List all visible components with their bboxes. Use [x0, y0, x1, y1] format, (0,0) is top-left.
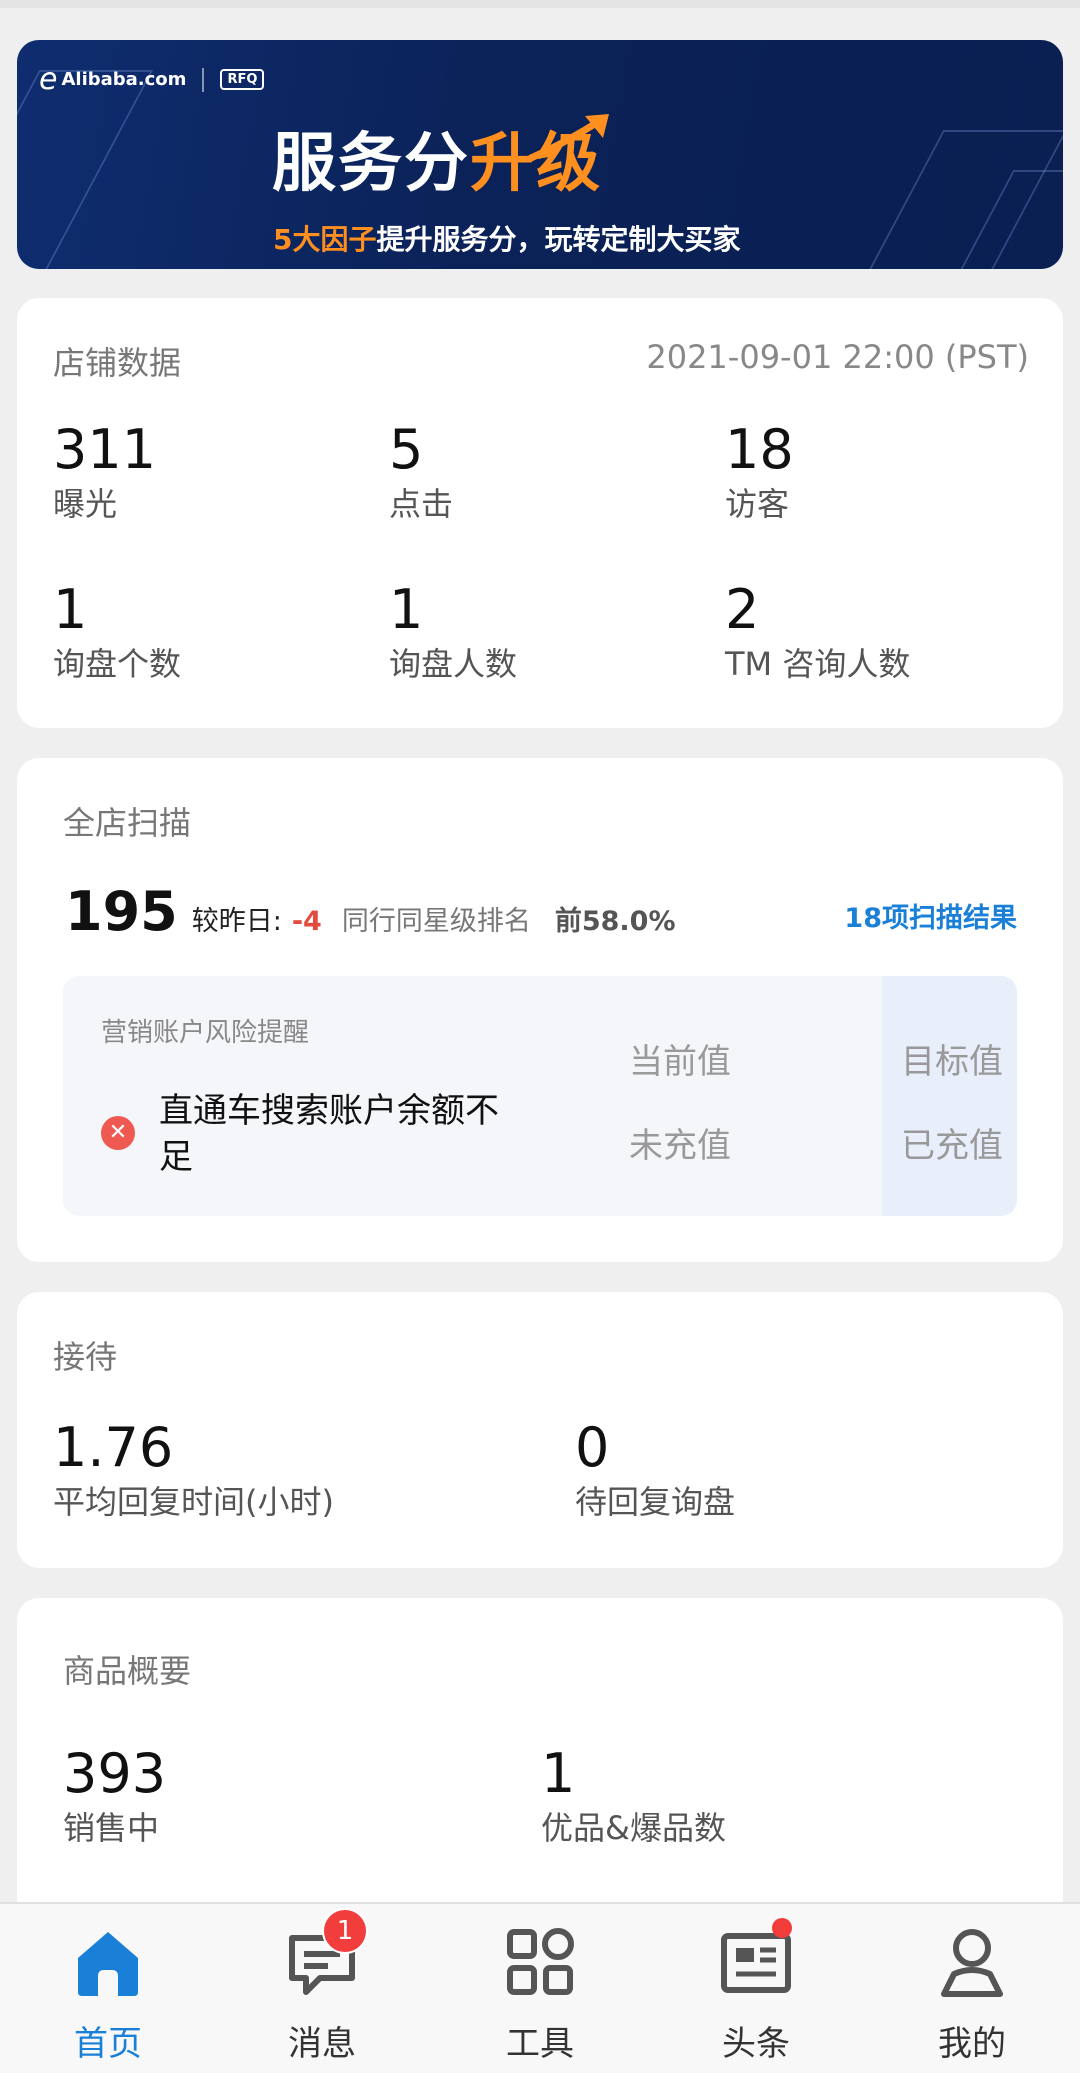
nav-label: 消息: [288, 2024, 356, 2064]
stat-value: 0: [575, 1416, 610, 1479]
stat-pending-inquiries[interactable]: 0 待回复询盘: [575, 1418, 735, 1522]
stat-value: 1.76: [53, 1416, 174, 1479]
stat-value: 1: [389, 578, 424, 641]
risk-title: 营销账户风险提醒: [101, 1018, 310, 1048]
stat-on-sale[interactable]: 393 销售中: [63, 1744, 166, 1848]
banner-subtitle-rest: 提升服务分，玩转定制大买家: [376, 223, 741, 256]
stat-label: 优品&爆品数: [541, 1809, 726, 1847]
stat-label: 待回复询盘: [575, 1483, 736, 1521]
stat-value: 5: [389, 418, 424, 481]
nav-profile[interactable]: 我的: [892, 1922, 1052, 2065]
store-data-title: 店铺数据: [53, 344, 182, 382]
stat-label: TM 咨询人数: [725, 645, 911, 683]
error-icon: ✕: [101, 1116, 135, 1150]
reception-card: 接待 1.76 平均回复时间(小时) 0 待回复询盘: [17, 1292, 1063, 1568]
scan-score: 195: [65, 880, 178, 943]
nav-label: 工具: [506, 2024, 574, 2064]
stat-clicks[interactable]: 5 点击: [389, 420, 453, 524]
alibaba-logo: e Alibaba.com RFQ: [39, 62, 265, 97]
message-badge: 1: [322, 1908, 368, 1954]
banner-decoration: [17, 70, 154, 269]
news-unread-dot: [772, 1918, 792, 1938]
stat-value: 393: [63, 1742, 167, 1805]
nav-label: 头条: [722, 2024, 790, 2064]
stat-label: 曝光: [53, 485, 118, 523]
compare-label: 较昨日:: [191, 906, 282, 937]
logo-separator: [202, 67, 205, 92]
risk-alert-panel[interactable]: 营销账户风险提醒 当前值 目标值 ✕ 直通车搜索账户余额不足 未充值 已充值: [63, 976, 1017, 1216]
store-data-card: 店铺数据 2021-09-01 22:00 (PST) 311 曝光 5 点击 …: [17, 298, 1063, 728]
profile-icon: [932, 1922, 1012, 2002]
nav-home[interactable]: 首页: [28, 1922, 188, 2065]
compare-value: -4: [291, 906, 322, 937]
banner-subtitle: 5大因子提升服务分，玩转定制大买家: [273, 218, 741, 258]
message-icon: 1: [282, 1908, 368, 2002]
nav-tools[interactable]: 工具: [460, 1922, 620, 2065]
stat-value: 311: [53, 418, 157, 481]
alibaba-logo-icon: e: [39, 62, 58, 97]
stat-avg-reply-time[interactable]: 1.76 平均回复时间(小时): [53, 1418, 334, 1522]
upgrade-arrow-icon: [527, 114, 609, 162]
stat-label: 询盘人数: [389, 645, 518, 683]
nav-messages[interactable]: 1 消息: [242, 1908, 402, 2065]
current-value-header: 当前值: [629, 1042, 731, 1082]
risk-target-value: 已充值: [901, 1126, 1003, 1166]
stat-label: 访客: [725, 485, 790, 523]
grid-icon: [500, 1922, 580, 2002]
nav-label: 我的: [938, 2024, 1006, 2064]
brand-name: Alibaba.com: [61, 69, 187, 90]
stat-quality-products[interactable]: 1 优品&爆品数: [541, 1744, 726, 1848]
stat-inquiry-people[interactable]: 1 询盘人数: [389, 580, 517, 684]
rfq-badge: RFQ: [220, 69, 265, 90]
target-column-highlight: [882, 976, 1017, 1216]
nav-news[interactable]: 头条: [676, 1918, 836, 2065]
risk-item-text: 直通车搜索账户余额不足: [159, 1091, 499, 1177]
home-icon: [68, 1922, 148, 2002]
product-overview-card: 商品概要 393 销售中 1 优品&爆品数: [17, 1598, 1063, 1938]
rank-label: 同行同星级排名: [341, 906, 531, 937]
store-data-timestamp: 2021-09-01 22:00 (PST): [646, 338, 1029, 376]
product-overview-title: 商品概要: [63, 1652, 192, 1690]
stat-value: 1: [541, 1742, 576, 1805]
reception-title: 接待: [53, 1338, 118, 1376]
top-divider: [0, 0, 1080, 8]
stat-label: 平均回复时间(小时): [53, 1483, 334, 1521]
target-value-header: 目标值: [901, 1042, 1003, 1082]
store-scan-title: 全店扫描: [63, 804, 192, 842]
stat-label: 询盘个数: [53, 645, 182, 683]
store-scan-card: 全店扫描 195 较昨日: -4 同行同星级排名 前58.0% 18项扫描结果 …: [17, 758, 1063, 1262]
stat-impressions[interactable]: 311 曝光: [53, 420, 156, 524]
banner-headline-main: 服务分: [272, 127, 470, 201]
risk-current-value: 未充值: [629, 1126, 731, 1166]
stat-inquiry-count[interactable]: 1 询盘个数: [53, 580, 181, 684]
stat-label: 点击: [389, 485, 454, 523]
stat-visitors[interactable]: 18 访客: [725, 420, 794, 524]
rank-value: 前58.0%: [554, 906, 676, 937]
banner-subtitle-highlight: 5大因子: [273, 223, 377, 256]
stat-value: 18: [725, 418, 794, 481]
stat-value: 2: [725, 578, 760, 641]
stat-label: 销售中: [63, 1809, 160, 1847]
stat-tm-consult[interactable]: 2 TM 咨询人数: [725, 580, 910, 684]
scan-score-row: 195 较昨日: -4 同行同星级排名 前58.0%: [65, 880, 676, 943]
scan-results-link[interactable]: 18项扫描结果: [844, 896, 1017, 935]
news-icon: [716, 1918, 796, 2002]
promo-banner[interactable]: e Alibaba.com RFQ 服务分升级 5大因子提升服务分，玩转定制大买…: [17, 40, 1063, 269]
stat-value: 1: [53, 578, 88, 641]
nav-label: 首页: [74, 2024, 142, 2064]
bottom-navigation: 首页 1 消息 工具 头条 我的: [0, 1902, 1080, 2073]
